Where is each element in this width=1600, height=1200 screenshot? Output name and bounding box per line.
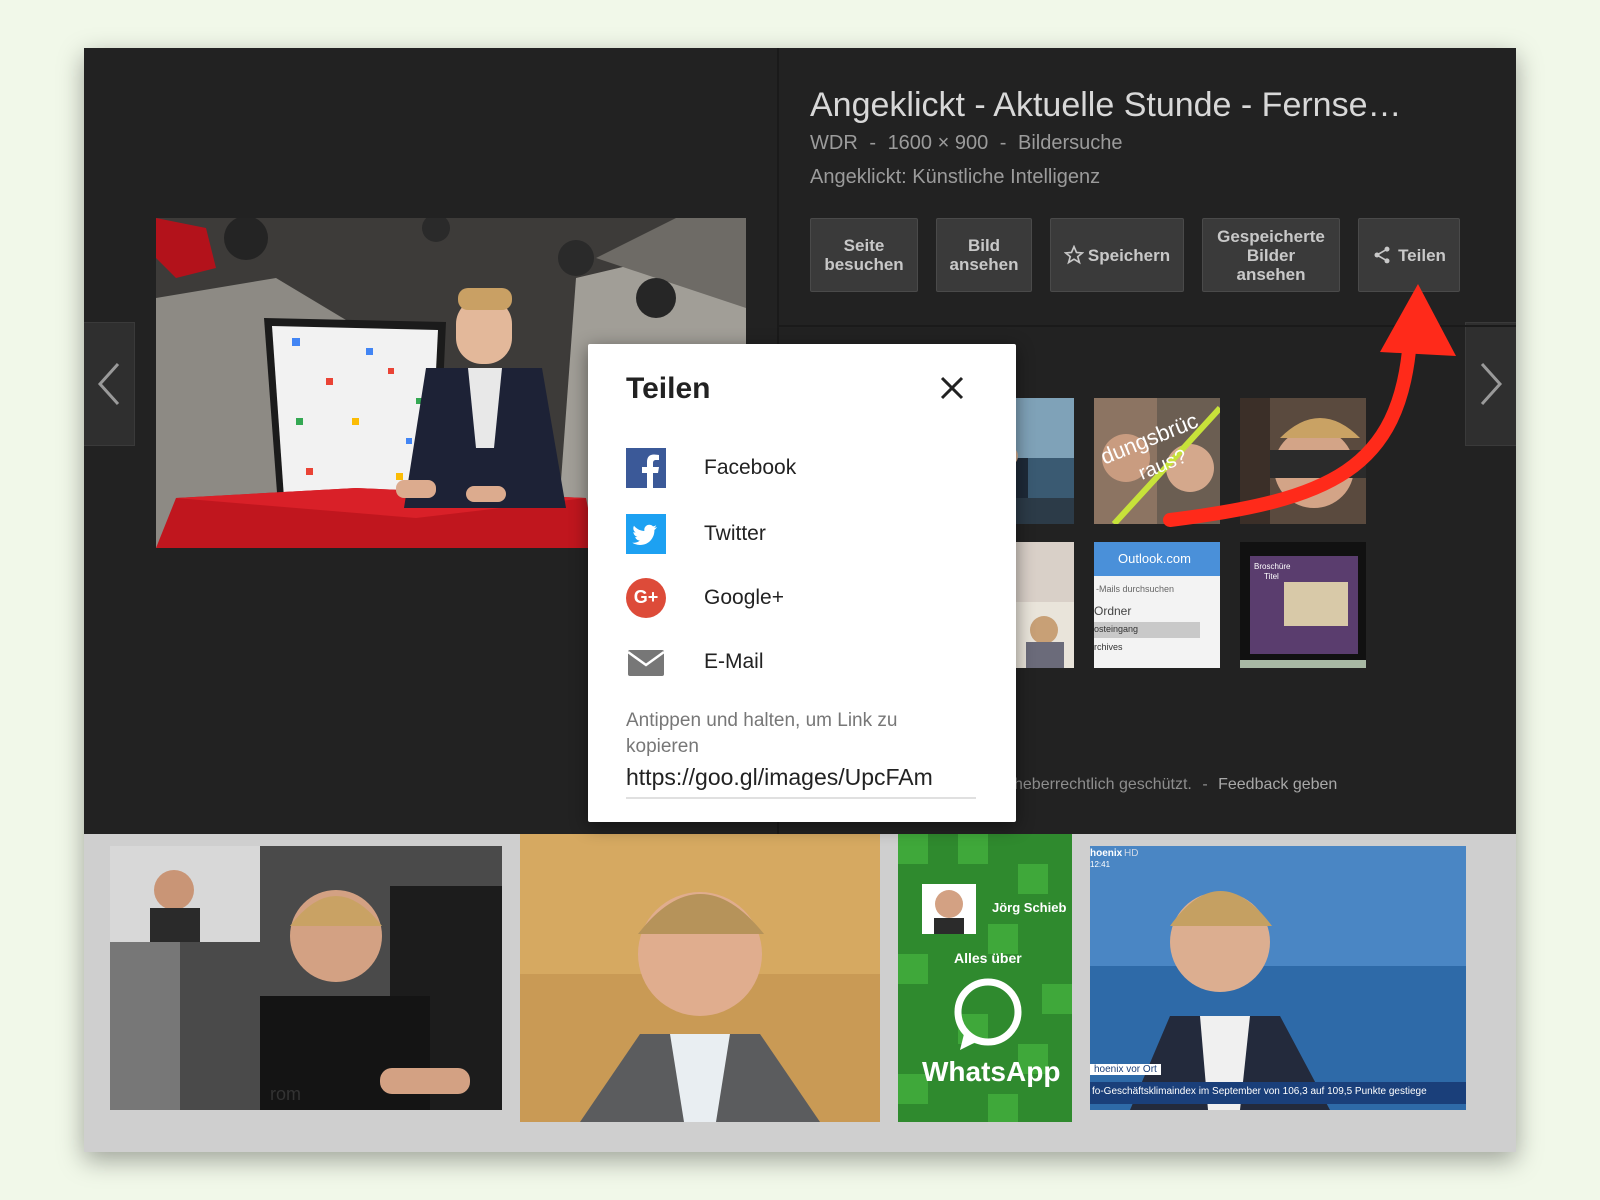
copyright-notice: heberrechtlich geschützt. [1014,776,1192,793]
image-description: Angeklickt: Künstliche Intelligenz [810,166,1101,188]
image-dimensions: 1600 × 900 [887,132,989,154]
related-thumb-2[interactable]: dungsbrüc raus? [1094,398,1220,524]
image-meta: WDR - 1600 × 900 - Bildersuche [810,132,1129,155]
result-image-3[interactable]: Jörg Schieb Alles über WhatsApp [898,834,1072,1122]
view-image-button[interactable]: Bild ansehen [936,218,1032,292]
share-option-email[interactable]: E-Mail [626,642,986,682]
next-image-button[interactable] [1465,322,1516,446]
image-title: Angeklickt - Aktuelle Stunde - Fernse… [810,86,1402,124]
mail-icon [627,650,665,676]
close-icon [940,376,964,400]
share-option-twitter[interactable]: Twitter [626,514,986,554]
feedback-link[interactable]: Feedback geben [1218,776,1337,793]
google-plus-icon: G+ [626,578,666,618]
chevron-left-icon [97,362,120,406]
share-option-label: Twitter [704,522,766,545]
chevron-right-icon [1480,362,1503,406]
star-icon [1063,245,1084,265]
visit-page-button[interactable]: Seite besuchen [810,218,918,292]
image-source: WDR [810,132,858,154]
share-option-label: Google+ [704,586,784,609]
result-image-1[interactable]: rom [110,846,502,1110]
save-button[interactable]: Speichern [1050,218,1184,292]
section-divider [779,325,1516,327]
related-thumb-5[interactable]: Outlook.com -Mails durchsuchen Ordner os… [1094,542,1220,668]
facebook-icon [626,448,666,488]
result-image-4[interactable]: hoenix HD 12:41 hoenix vor Ort fo-Geschä… [1090,846,1466,1110]
footer-links: heberrechtlich geschützt. - Feedback geb… [1014,776,1337,794]
share-dialog: Teilen Facebook Twitter G+ Google+ E-Mai… [588,344,1016,822]
twitter-icon [626,514,666,554]
share-button[interactable]: Teilen [1358,218,1460,292]
share-option-label: E-Mail [704,650,764,673]
results-strip: rom Jörg Schieb Alles über WhatsApp hoen… [84,834,1516,1152]
previous-image-button[interactable] [84,322,135,446]
share-link-field[interactable]: https://goo.gl/images/UpcFAm [626,764,976,799]
related-thumb-6[interactable]: Broschüre Titel [1240,542,1366,668]
share-option-google-plus[interactable]: G+ Google+ [626,578,986,618]
saved-images-button[interactable]: Gespeicherte Bilder ansehen [1202,218,1340,292]
meta-separator: - [999,132,1007,154]
meta-separator: - [869,132,876,154]
copy-link-hint: Antippen und halten, um Link zu kopieren [626,710,898,757]
share-option-facebook[interactable]: Facebook [626,448,986,488]
related-thumb-3[interactable] [1240,398,1366,524]
result-image-2[interactable] [520,834,880,1122]
share-option-label: Facebook [704,456,797,479]
close-dialog-button[interactable] [936,372,968,404]
share-dialog-title: Teilen [626,372,711,405]
share-icon [1374,246,1390,264]
search-type: Bildersuche [1018,132,1123,154]
footer-separator: - [1202,776,1208,793]
